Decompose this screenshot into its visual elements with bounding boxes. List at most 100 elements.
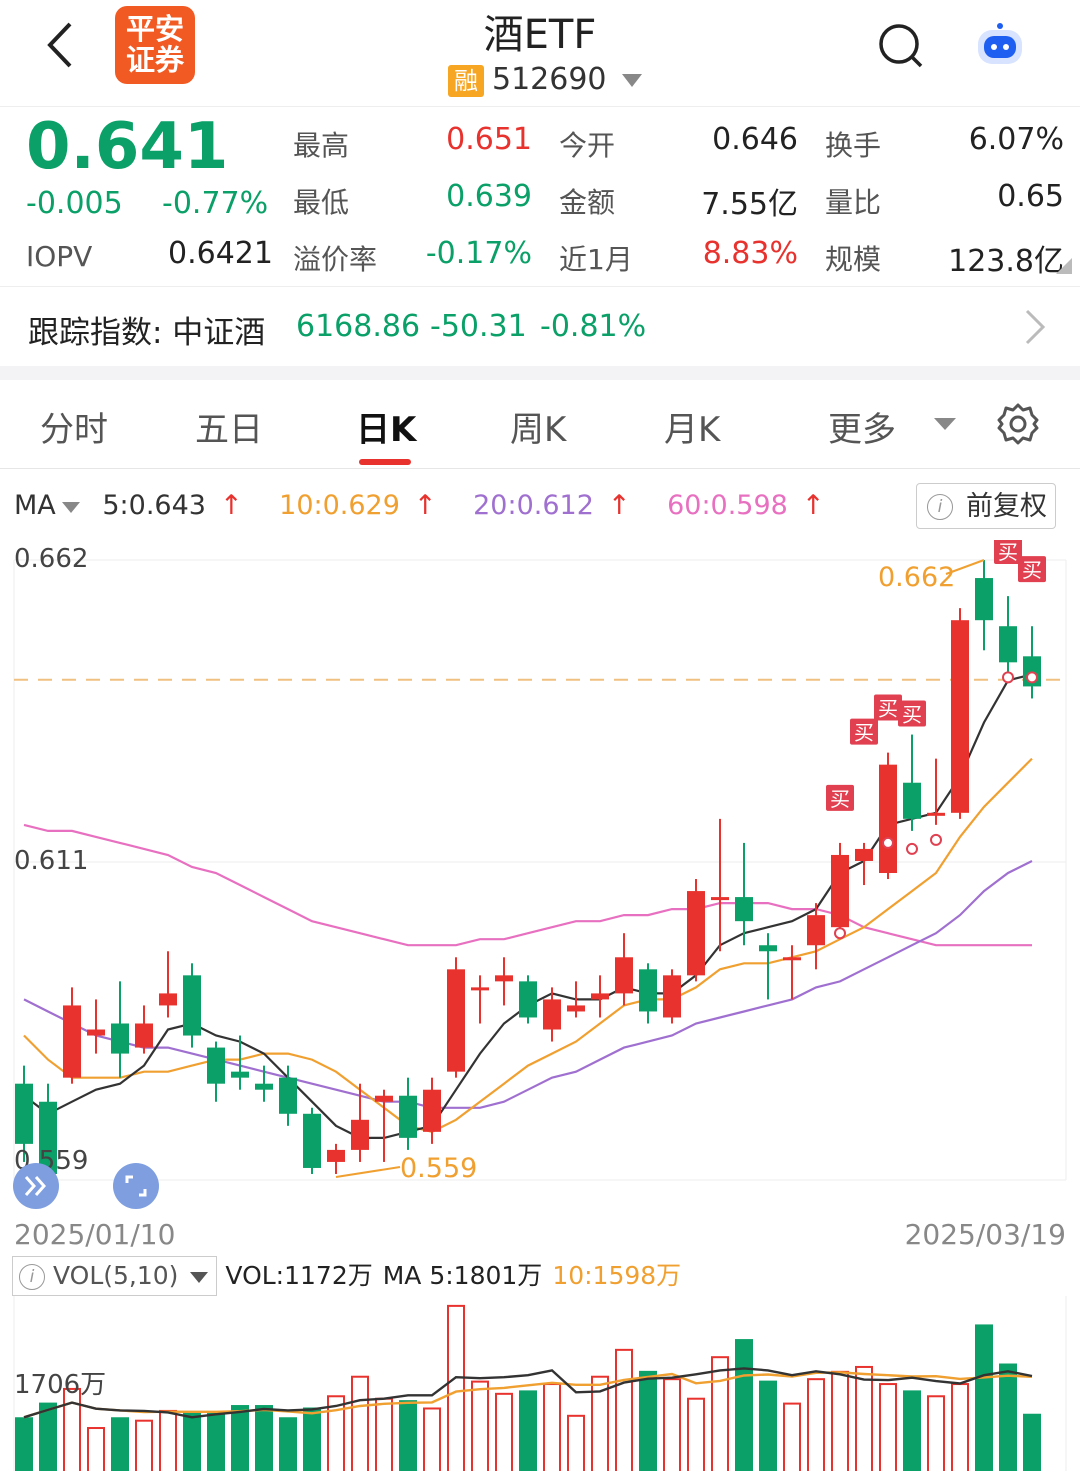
signal-dot: [1002, 671, 1014, 684]
candle-body: [687, 891, 705, 976]
candle-body: [423, 1089, 441, 1132]
collapse-left-icon[interactable]: [12, 1162, 60, 1210]
candle-body: [63, 1005, 81, 1078]
volume-bar: [471, 1380, 489, 1471]
candlestick-chart[interactable]: 0.6620.559买买买 买买买: [0, 540, 1080, 1200]
buy-signal-label: 买: [902, 703, 922, 727]
tab-intraday[interactable]: 分时: [40, 402, 108, 451]
candle-body: [327, 1149, 345, 1162]
candle-body: [591, 993, 609, 1000]
volume-bar: [759, 1380, 777, 1471]
volume-bar: [135, 1419, 153, 1471]
candle-body: [543, 999, 561, 1030]
volume-bar: [399, 1400, 417, 1471]
search-icon[interactable]: [875, 20, 925, 70]
volume-bar: [447, 1304, 465, 1471]
chevron-down-icon: [61, 502, 80, 513]
quote-value: 0.646: [712, 122, 798, 157]
volume-bar: [639, 1370, 657, 1471]
volume-bar: [231, 1405, 249, 1471]
quote-label: 规模: [825, 243, 882, 276]
arrow-up-icon: ↑: [413, 490, 437, 521]
adjust-selector[interactable]: i 前复权: [916, 483, 1056, 529]
active-tab-indicator: [359, 459, 411, 465]
candle-body: [159, 993, 177, 1006]
quote-label: 今开: [559, 129, 616, 162]
volume-bar: [111, 1417, 129, 1471]
candle-body: [351, 1119, 369, 1150]
quote-value: 0.65: [997, 179, 1064, 214]
tracking-change: -50.31: [430, 309, 527, 344]
candle-body: [207, 1047, 225, 1084]
chevron-down-icon: [622, 73, 643, 87]
tracking-index-row[interactable]: 跟踪指数: 中证酒 6168.86 -50.31 -0.81%: [0, 286, 1080, 367]
volume-indicator-selector[interactable]: i VOL(5,10): [12, 1256, 218, 1296]
candle-body: [879, 764, 897, 874]
quote-label: 换手: [825, 129, 882, 162]
date-end: 2025/03/19: [904, 1218, 1066, 1251]
robot-assistant-icon[interactable]: [972, 22, 1028, 70]
buy-signal-label: 买: [830, 787, 850, 811]
volume-bar: [15, 1417, 33, 1471]
fullscreen-icon[interactable]: [112, 1162, 160, 1210]
ma20-text: 20:0.612: [473, 490, 594, 521]
quote-value: 0.651: [446, 122, 532, 157]
ma10-value: 10:0.629 ↑: [279, 490, 450, 521]
volume-bar: [375, 1397, 393, 1471]
candle-body: [903, 782, 921, 819]
candle-body: [999, 626, 1017, 663]
volume-legend: i VOL(5,10) VOL:1172万 MA 5:1801万 10:1598万: [12, 1256, 681, 1296]
tab-monthly-k[interactable]: 月K: [664, 402, 720, 451]
chevron-right-icon: [1025, 309, 1046, 345]
arrow-up-icon: ↑: [607, 490, 631, 521]
candle-body: [111, 1023, 129, 1054]
volume-bar: [1023, 1413, 1041, 1471]
quote-value: -0.17%: [425, 236, 532, 271]
adjust-label: 前复权: [966, 491, 1047, 522]
tab-more[interactable]: 更多: [828, 402, 896, 451]
arrow-up-icon: ↑: [219, 490, 243, 521]
ma60-value: 60:0.598 ↑: [667, 490, 838, 521]
volume-indicator-label: VOL(5,10): [53, 1261, 179, 1290]
volume-bar: [255, 1405, 273, 1471]
volume-bar: [687, 1397, 705, 1471]
gear-icon[interactable]: [996, 402, 1040, 446]
volume-chart[interactable]: [0, 1296, 1080, 1471]
tab-five-day[interactable]: 五日: [195, 402, 263, 451]
tab-daily-k[interactable]: 日K: [356, 402, 416, 451]
tab-weekly-k[interactable]: 周K: [510, 402, 566, 451]
iopv-label: IOPV: [26, 240, 93, 273]
candle-body: [135, 1023, 153, 1048]
volume-bar: [807, 1378, 825, 1471]
ma-legend: MA 5:0.643 ↑ 10:0.629 ↑ 20:0.612 ↑ 60:0.598…: [14, 490, 852, 521]
ma-selector[interactable]: MA: [14, 490, 80, 521]
tracking-change-pct: -0.81%: [540, 309, 647, 344]
volume-bar: [519, 1390, 537, 1471]
candle-body: [975, 578, 993, 621]
price-change-pct: -0.77%: [162, 186, 269, 221]
quote-value: 0.639: [446, 179, 532, 214]
ma10-text: 10:0.629: [279, 490, 400, 521]
candle-body: [447, 969, 465, 1072]
arrow-up-icon: ↑: [801, 490, 825, 521]
signal-dot: [930, 833, 942, 846]
quote-label: 溢价率: [293, 243, 378, 276]
security-code-selector[interactable]: 融 512690: [448, 62, 643, 97]
volume-bar: [423, 1407, 441, 1471]
high-marker-label: 0.662: [878, 562, 955, 593]
low-marker-line: [335, 1166, 401, 1178]
expand-corner-icon[interactable]: [1056, 258, 1072, 274]
section-divider: [0, 366, 1080, 380]
y-axis-mid: 0.611: [14, 846, 89, 876]
candle-body: [759, 945, 777, 952]
period-tabs: 分时 五日 日K 周K 月K 更多: [0, 380, 1080, 469]
candle-body: [639, 969, 657, 1012]
ma-label: MA: [14, 490, 56, 521]
candle-body: [783, 957, 801, 961]
volume-bar: [279, 1417, 297, 1471]
candle-body: [87, 1029, 105, 1036]
tracking-label: 跟踪指数: 中证酒: [28, 315, 266, 351]
quote-value: 6.07%: [968, 122, 1064, 157]
volume-bar: [999, 1363, 1017, 1471]
volume-bar: [183, 1412, 201, 1471]
